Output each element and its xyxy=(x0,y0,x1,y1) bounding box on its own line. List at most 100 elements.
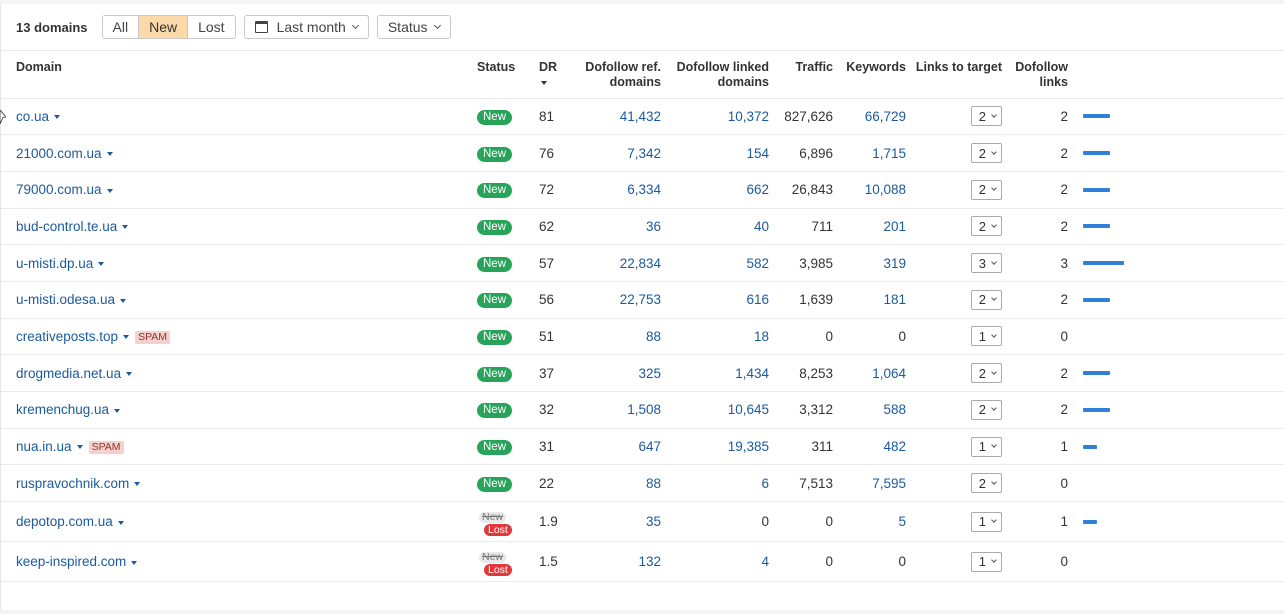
linked-domains-link[interactable]: 6 xyxy=(761,476,769,491)
date-range-dropdown[interactable]: Last month xyxy=(243,15,369,39)
caret-down-icon[interactable] xyxy=(134,482,141,487)
col-links-to-target[interactable]: Links to target xyxy=(910,52,1008,99)
links-to-target-select[interactable]: 1 xyxy=(970,551,1002,572)
linked-domains-link[interactable]: 18 xyxy=(754,329,769,344)
ref-domains-link[interactable]: 35 xyxy=(646,514,661,529)
domain-link[interactable]: u-misti.dp.ua xyxy=(16,256,93,271)
caret-down-icon[interactable] xyxy=(54,115,61,120)
caret-down-icon[interactable] xyxy=(114,408,121,413)
ref-domains-link[interactable]: 647 xyxy=(638,439,661,454)
linked-domains-link[interactable]: 4 xyxy=(761,554,769,569)
cell-keywords: 482 xyxy=(837,428,910,466)
domain-link[interactable]: ruspravochnik.com xyxy=(16,476,129,491)
domain-link[interactable]: drogmedia.net.ua xyxy=(16,366,121,381)
domain-link[interactable]: 79000.com.ua xyxy=(16,182,102,197)
linked-domains-link[interactable]: 19,385 xyxy=(728,439,769,454)
links-to-target-select[interactable]: 3 xyxy=(970,253,1002,274)
links-to-target-select[interactable]: 2 xyxy=(970,216,1002,237)
links-to-target-select[interactable]: 2 xyxy=(970,399,1002,420)
filter-lost-button[interactable]: Lost xyxy=(188,16,235,38)
links-to-target-select[interactable]: 1 xyxy=(970,326,1002,347)
ref-domains-link[interactable]: 1,508 xyxy=(627,402,661,417)
filter-new-button[interactable]: New xyxy=(139,16,189,38)
links-to-target-select[interactable]: 2 xyxy=(970,179,1002,200)
caret-down-icon[interactable] xyxy=(131,560,138,565)
linked-domains-link[interactable]: 154 xyxy=(746,146,769,161)
new-badge: New xyxy=(477,476,513,492)
domain-link[interactable]: keep-inspired.com xyxy=(16,554,126,569)
ref-domains-link[interactable]: 325 xyxy=(638,366,661,381)
domain-link[interactable]: co.ua xyxy=(16,109,49,124)
ref-domains-link[interactable]: 22,753 xyxy=(620,292,661,307)
caret-down-icon[interactable] xyxy=(117,520,124,525)
links-to-target-select[interactable]: 2 xyxy=(970,363,1002,384)
keywords-link[interactable]: 7,595 xyxy=(872,476,906,491)
caret-down-icon[interactable] xyxy=(123,335,130,340)
chevron-down-icon xyxy=(991,478,997,485)
domain-link[interactable]: 21000.com.ua xyxy=(16,146,102,161)
caret-down-icon[interactable] xyxy=(120,298,127,303)
linked-domains-link[interactable]: 10,645 xyxy=(728,402,769,417)
keywords-link[interactable]: 201 xyxy=(883,219,906,234)
keywords-link[interactable]: 10,088 xyxy=(865,182,906,197)
keywords-link[interactable]: 181 xyxy=(883,292,906,307)
domain-link[interactable]: kremenchug.ua xyxy=(16,402,109,417)
domain-link[interactable]: creativeposts.top xyxy=(16,329,118,344)
caret-down-icon[interactable] xyxy=(106,151,113,156)
cell-dr: 1.5 xyxy=(525,541,565,583)
col-dr[interactable]: DR xyxy=(525,52,565,99)
links-to-target-select[interactable]: 2 xyxy=(970,473,1002,494)
status-dropdown[interactable]: Status xyxy=(376,15,451,39)
keywords-link[interactable]: 5 xyxy=(898,514,906,529)
caret-down-icon[interactable] xyxy=(106,188,113,193)
ref-domains-link[interactable]: 36 xyxy=(646,219,661,234)
keywords-link[interactable]: 319 xyxy=(883,256,906,271)
links-to-target-select[interactable]: 2 xyxy=(970,143,1002,164)
ref-domains-link[interactable]: 88 xyxy=(646,476,661,491)
links-to-target-select[interactable]: 2 xyxy=(970,289,1002,310)
caret-down-icon[interactable] xyxy=(126,372,133,377)
domain-link[interactable]: u-misti.odesa.ua xyxy=(16,292,115,307)
cell-dofollow-ref-domains: 41,432 xyxy=(565,98,665,136)
linked-domains-link[interactable]: 1,434 xyxy=(735,366,769,381)
cell-traffic: 7,513 xyxy=(773,464,837,503)
links-to-target-select[interactable]: 2 xyxy=(970,106,1002,127)
keywords-link[interactable]: 1,064 xyxy=(872,366,906,381)
ref-domains-link[interactable]: 6,334 xyxy=(627,182,661,197)
domain-link[interactable]: nua.in.ua xyxy=(16,439,72,454)
ref-domains-link[interactable]: 132 xyxy=(638,554,661,569)
col-dofollow-ref-domains[interactable]: Dofollow ref. domains xyxy=(565,52,665,99)
col-traffic[interactable]: Traffic xyxy=(773,52,837,99)
col-dofollow-links[interactable]: Dofollow links xyxy=(1008,52,1074,99)
linked-domains-link[interactable]: 662 xyxy=(746,182,769,197)
linked-domains-link[interactable]: 40 xyxy=(754,219,769,234)
keywords-link[interactable]: 66,729 xyxy=(865,109,906,124)
cell-dofollow-linked-domains: 4 xyxy=(665,541,773,583)
filter-all-button[interactable]: All xyxy=(102,16,140,38)
linked-domains-link[interactable]: 616 xyxy=(746,292,769,307)
keywords-link[interactable]: 588 xyxy=(883,402,906,417)
cell-domain: 21000.com.ua xyxy=(1,134,461,172)
ref-domains-link[interactable]: 7,342 xyxy=(627,146,661,161)
col-status[interactable]: Status xyxy=(461,52,525,99)
linked-domains-link[interactable]: 10,372 xyxy=(728,109,769,124)
cell-traffic: 0 xyxy=(773,318,837,356)
cell-bar xyxy=(1074,391,1284,429)
links-to-target-select[interactable]: 1 xyxy=(970,436,1002,457)
col-dofollow-linked-domains[interactable]: Dofollow linked domains xyxy=(665,52,773,99)
ref-domains-link[interactable]: 41,432 xyxy=(620,109,661,124)
caret-down-icon[interactable] xyxy=(76,445,83,450)
domain-link[interactable]: depotop.com.ua xyxy=(16,514,113,529)
col-keywords[interactable]: Keywords xyxy=(837,52,910,99)
domain-link[interactable]: bud-control.te.ua xyxy=(16,219,117,234)
ref-domains-link[interactable]: 22,834 xyxy=(620,256,661,271)
caret-down-icon[interactable] xyxy=(98,262,105,267)
keywords-link[interactable]: 1,715 xyxy=(872,146,906,161)
links-to-target-select[interactable]: 1 xyxy=(970,511,1002,532)
keywords-link[interactable]: 482 xyxy=(883,439,906,454)
cell-keywords: 181 xyxy=(837,281,910,319)
col-domain[interactable]: Domain xyxy=(1,52,461,99)
caret-down-icon[interactable] xyxy=(122,225,129,230)
linked-domains-link[interactable]: 582 xyxy=(746,256,769,271)
ref-domains-link[interactable]: 88 xyxy=(646,329,661,344)
